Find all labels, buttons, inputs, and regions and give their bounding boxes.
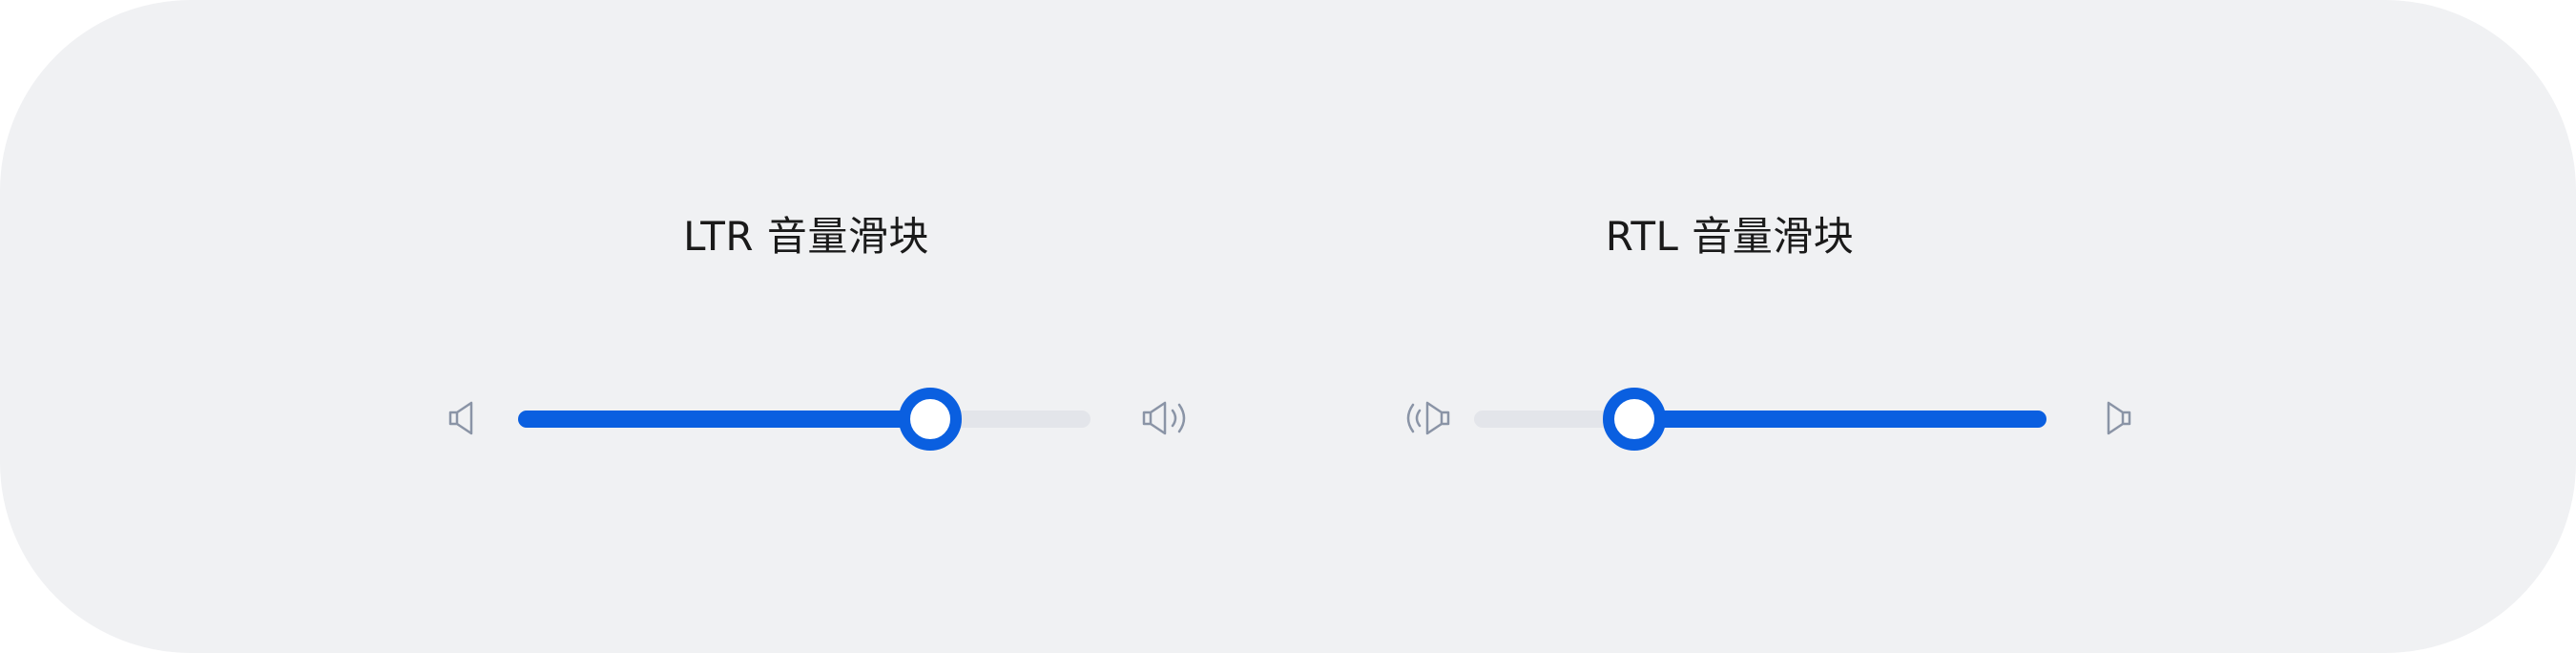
- speaker-mute-icon[interactable]: [445, 397, 496, 439]
- ltr-volume-fill: [518, 411, 930, 428]
- rtl-slider-title: RTL 音量滑块: [1605, 213, 1855, 260]
- speaker-loud-icon[interactable]: [1138, 397, 1199, 439]
- speaker-loud-icon[interactable]: [1393, 397, 1454, 439]
- speaker-mute-icon[interactable]: [2097, 397, 2149, 439]
- ltr-volume-thumb[interactable]: [899, 388, 962, 451]
- rtl-volume-fill: [1634, 411, 2046, 428]
- rtl-volume-track[interactable]: [1474, 411, 2046, 428]
- ltr-volume-track[interactable]: [518, 411, 1091, 428]
- ltr-slider-title: LTR 音量滑块: [683, 213, 929, 260]
- rtl-volume-thumb[interactable]: [1603, 388, 1666, 451]
- slider-demo-card: LTR 音量滑块 RTL 音量滑块: [0, 0, 2576, 653]
